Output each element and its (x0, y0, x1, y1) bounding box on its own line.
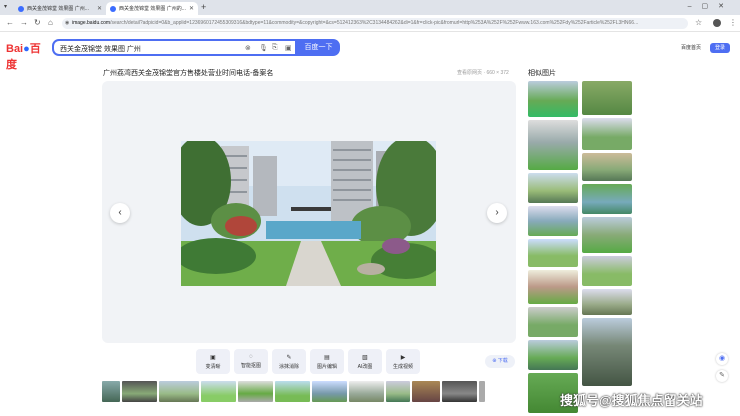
courtyard-render (181, 141, 436, 286)
page-title: 广州荔湾西关金茂锦堂官方售楼处营业时间电话-备案名 (103, 70, 274, 77)
site-info-icon[interactable]: ◉ (65, 18, 69, 29)
tool-label: 生成视频 (392, 363, 413, 370)
related-image[interactable] (582, 81, 632, 115)
related-image[interactable] (582, 184, 632, 214)
image-tools: ▣ 变清晰 ◌ 智能抠图 ✎ 涂抹消除 ▤ 图片编辑 ▧ AI改图 ▶ 生成视频 (196, 349, 420, 374)
prev-image-button[interactable]: ‹ (110, 203, 130, 223)
tool-video-button[interactable]: ▶ 生成视频 (386, 349, 420, 374)
bookmark-star-icon[interactable]: ☆ (695, 18, 702, 27)
thumbnail[interactable] (312, 381, 347, 402)
tab-title: 西关金茂锦堂 效果图 广州... (27, 6, 89, 12)
related-image[interactable] (528, 120, 578, 170)
tool-label: 变清晰 (205, 363, 221, 370)
related-image[interactable] (582, 256, 632, 286)
thumbnail[interactable] (479, 381, 485, 402)
baidu-home-link[interactable]: 百度首页 (681, 44, 701, 51)
tab-list-chevron-icon[interactable]: ▾ (4, 3, 7, 10)
logo-text: Bai (6, 43, 24, 55)
thumbnail[interactable] (386, 381, 410, 402)
profile-avatar-icon[interactable] (713, 19, 721, 27)
related-image[interactable] (528, 340, 578, 370)
tool-label: 智能抠图 (240, 363, 261, 369)
related-image[interactable] (528, 206, 578, 236)
thumbnail[interactable] (275, 381, 310, 402)
ai-image-icon: ▧ (362, 354, 368, 361)
paw-icon: ● (23, 43, 30, 55)
next-image-button[interactable]: › (487, 203, 507, 223)
tool-edit-button[interactable]: ▤ 图片编辑 (310, 349, 344, 374)
related-images-title: 相似图片 (528, 70, 556, 77)
related-image[interactable] (582, 153, 632, 181)
image-viewer: ‹ › (102, 81, 516, 343)
thumbnail[interactable] (442, 381, 477, 402)
thumbnail[interactable] (349, 381, 384, 402)
related-image[interactable] (582, 217, 632, 253)
tab-title: 西关金茂锦堂 效果图 广州的... (119, 6, 186, 12)
new-tab-icon[interactable]: + (201, 2, 206, 12)
tab-favicon-icon (18, 5, 24, 12)
forward-arrow-icon[interactable]: → (20, 18, 28, 27)
search-query: 西关金茂锦堂 效果图 广州 (60, 46, 141, 53)
search-input[interactable]: 西关金茂锦堂 效果图 广州 ⊗ 🎙 ⎘ ▣ (52, 39, 297, 56)
close-tab-icon[interactable]: ✕ (189, 5, 194, 12)
back-arrow-icon[interactable]: ← (6, 18, 14, 27)
search-button[interactable]: 百度一下 (297, 39, 340, 56)
login-button[interactable]: 登录 (710, 43, 730, 53)
source-info[interactable]: 查看原网页 · 660 × 372 (457, 69, 509, 76)
thumbnail-strip (102, 381, 514, 402)
thumbnail[interactable] (159, 381, 199, 402)
video-icon: ▶ (400, 354, 406, 361)
url-field[interactable]: ◉ image.baidu.com/search/detail?adpicid=… (62, 18, 688, 29)
tool-enhance-button[interactable]: ▣ 变清晰 (196, 349, 230, 374)
attach-icon[interactable]: ⎘ (272, 44, 278, 52)
tool-label: 图片编辑 (316, 363, 337, 370)
address-toolbar: ← → ↻ ⌂ ◉ image.baidu.com/search/detail?… (0, 15, 740, 32)
home-icon[interactable]: ⌂ (48, 18, 53, 27)
related-image[interactable] (528, 173, 578, 203)
related-column-right (582, 81, 632, 386)
voice-search-icon[interactable]: 🎙 (259, 44, 268, 52)
tool-label: 涂抹消除 (278, 363, 299, 370)
related-image[interactable] (528, 239, 578, 267)
url-host: image.baidu.com (72, 20, 111, 26)
related-column-left (528, 81, 578, 413)
eraser-icon: ✎ (286, 354, 292, 361)
related-image[interactable] (528, 81, 578, 117)
tool-ai-button[interactable]: ▧ AI改图 (348, 349, 382, 374)
reload-icon[interactable]: ↻ (34, 18, 41, 27)
url-path: /search/detail?adpicid=0&b_applid=123696… (110, 20, 639, 26)
hd-icon: ▣ (210, 354, 216, 361)
main-image[interactable] (181, 141, 436, 286)
browser-tab-bar: ▾ 西关金茂锦堂 效果图 广州... ✕ 西关金茂锦堂 效果图 广州的... ✕… (0, 0, 740, 15)
close-tab-icon[interactable]: ✕ (97, 5, 102, 12)
window-controls[interactable]: –▢✕ (688, 2, 734, 10)
tool-cutout-button[interactable]: ◌ 智能抠图 (234, 349, 268, 374)
image-search-icon[interactable]: ▣ (285, 44, 292, 52)
browser-tab-2-active[interactable]: 西关金茂锦堂 效果图 广州的... ✕ (106, 2, 198, 15)
tab-favicon-icon (110, 5, 116, 12)
thumbnail[interactable] (102, 381, 120, 402)
watermark: 搜狐号@搜狐焦点留关站 (560, 393, 703, 408)
related-image[interactable] (582, 289, 632, 315)
related-image[interactable] (528, 270, 578, 304)
thumbnail[interactable] (412, 381, 440, 402)
browser-tab-1[interactable]: 西关金茂锦堂 效果图 广州... ✕ (14, 2, 106, 15)
ai-assistant-icon[interactable]: ◉ (716, 353, 728, 365)
thumbnail[interactable] (238, 381, 273, 402)
download-label: 下载 (497, 358, 508, 364)
thumbnail[interactable] (201, 381, 236, 402)
thumbnail[interactable] (122, 381, 157, 402)
download-button[interactable]: ⊕ 下载 (485, 355, 515, 368)
tool-label: AI改图 (357, 363, 373, 370)
cutout-icon: ◌ (249, 354, 253, 360)
related-image[interactable] (582, 318, 632, 386)
clear-icon[interactable]: ⊗ (245, 44, 251, 52)
baidu-logo[interactable]: Bai●百度 (6, 40, 48, 71)
feedback-icon[interactable]: ✎ (716, 370, 728, 382)
browser-menu-icon[interactable]: ⋮ (729, 18, 737, 27)
edit-icon: ▤ (324, 354, 330, 361)
related-image[interactable] (528, 307, 578, 337)
tool-erase-button[interactable]: ✎ 涂抹消除 (272, 349, 306, 374)
related-image[interactable] (582, 118, 632, 150)
